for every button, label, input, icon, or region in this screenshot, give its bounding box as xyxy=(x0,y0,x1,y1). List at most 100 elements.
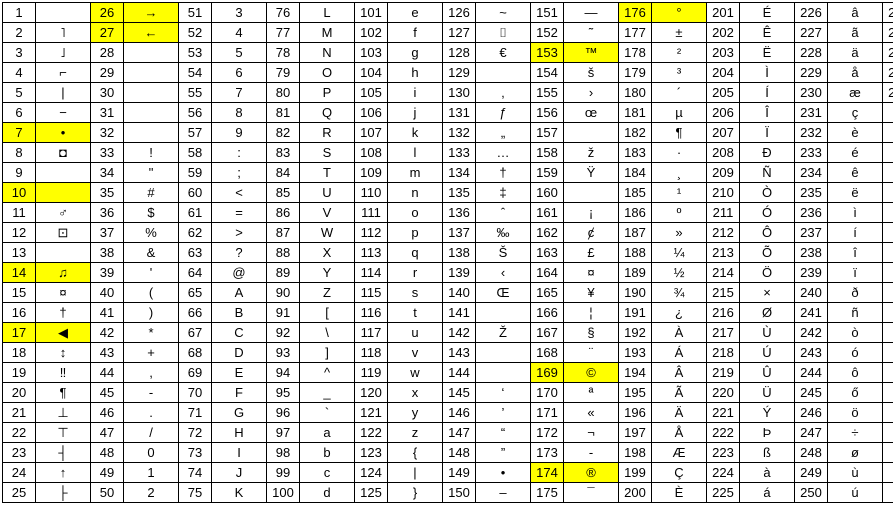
code-cell: 180 xyxy=(619,83,652,103)
char-cell: Ë xyxy=(740,43,795,63)
char-cell: ™ xyxy=(564,43,619,63)
char-cell: ð xyxy=(828,283,883,303)
char-cell: | xyxy=(36,83,91,103)
code-cell: 108 xyxy=(355,143,388,163)
char-cell: á xyxy=(740,483,795,503)
code-cell: 89 xyxy=(267,263,300,283)
char-cell: y xyxy=(388,403,443,423)
code-cell: 124 xyxy=(355,463,388,483)
code-cell: 117 xyxy=(355,323,388,343)
char-cell: ³ xyxy=(652,63,707,83)
code-cell: 143 xyxy=(443,343,476,363)
code-cell: 22 xyxy=(3,423,36,443)
char-cell: ' xyxy=(124,263,179,283)
code-cell: 113 xyxy=(355,243,388,263)
code-cell: 91 xyxy=(267,303,300,323)
char-cell: * xyxy=(124,323,179,343)
char-cell: … xyxy=(476,143,531,163)
code-cell: 205 xyxy=(707,83,740,103)
char-cell: Ô xyxy=(740,223,795,243)
code-cell: 253 xyxy=(883,43,893,63)
char-cell: ¼ xyxy=(652,243,707,263)
code-cell: 240 xyxy=(795,283,828,303)
code-cell: 49 xyxy=(91,463,124,483)
code-cell: 109 xyxy=(355,163,388,183)
code-cell: 255 xyxy=(883,83,893,103)
char-cell: D xyxy=(212,343,267,363)
char-cell: ä xyxy=(828,43,883,63)
code-cell: 131 xyxy=(443,103,476,123)
char-cell xyxy=(36,243,91,263)
code-cell: 219 xyxy=(707,363,740,383)
char-cell: ± xyxy=(652,23,707,43)
char-cell: ó xyxy=(828,343,883,363)
char-cell: î xyxy=(828,243,883,263)
code-cell: 207 xyxy=(707,123,740,143)
code-cell: 181 xyxy=(619,103,652,123)
char-cell: ø xyxy=(828,443,883,463)
char-cell: Ù xyxy=(740,323,795,343)
char-cell: ï xyxy=(828,263,883,283)
code-cell: 112 xyxy=(355,223,388,243)
char-cell: ◀ xyxy=(36,323,91,343)
code-cell: 4 xyxy=(3,63,36,83)
code-cell: 179 xyxy=(619,63,652,83)
char-cell: ” xyxy=(476,443,531,463)
char-cell: ¡ xyxy=(564,203,619,223)
char-cell: í xyxy=(828,223,883,243)
code-cell: 39 xyxy=(91,263,124,283)
char-cell: K xyxy=(212,483,267,503)
char-cell: { xyxy=(388,443,443,463)
char-cell: ê xyxy=(828,163,883,183)
char-cell: _ xyxy=(300,383,355,403)
code-cell: 213 xyxy=(707,243,740,263)
code-cell: 176 xyxy=(619,3,652,23)
code-cell: 138 xyxy=(443,243,476,263)
code-cell: 68 xyxy=(179,343,212,363)
char-cell: Â xyxy=(652,363,707,383)
code-cell: 58 xyxy=(179,143,212,163)
code-cell: 130 xyxy=(443,83,476,103)
char-cell: f xyxy=(388,23,443,43)
code-cell xyxy=(883,243,893,263)
code-cell: 18 xyxy=(3,343,36,363)
char-cell: ª xyxy=(564,383,619,403)
code-cell: 40 xyxy=(91,283,124,303)
char-cell: ¿ xyxy=(652,303,707,323)
code-cell: 242 xyxy=(795,323,828,343)
char-cell: S xyxy=(300,143,355,163)
code-cell: 66 xyxy=(179,303,212,323)
code-cell: 26 xyxy=(91,3,124,23)
char-cell: Ä xyxy=(652,403,707,423)
code-cell: 122 xyxy=(355,423,388,443)
char-cell: ¹ xyxy=(652,183,707,203)
char-cell: ⊥ xyxy=(36,403,91,423)
char-cell: j xyxy=(388,103,443,123)
code-cell: 116 xyxy=(355,303,388,323)
char-cell: ⌐ xyxy=(36,63,91,83)
code-cell: 110 xyxy=(355,183,388,203)
char-cell: ¶ xyxy=(36,383,91,403)
char-cell: J xyxy=(212,463,267,483)
code-cell: 5 xyxy=(3,83,36,103)
char-cell: æ xyxy=(828,83,883,103)
code-cell: 111 xyxy=(355,203,388,223)
code-cell: 225 xyxy=(707,483,740,503)
code-cell: 147 xyxy=(443,423,476,443)
char-cell: Ú xyxy=(740,343,795,363)
char-cell: . xyxy=(124,403,179,423)
char-cell: ì xyxy=(828,203,883,223)
code-cell: 96 xyxy=(267,403,300,423)
char-cell: ñ xyxy=(828,303,883,323)
code-cell: 102 xyxy=(355,23,388,43)
code-cell: 94 xyxy=(267,363,300,383)
char-cell: ã xyxy=(828,23,883,43)
char-cell: ↕ xyxy=(36,343,91,363)
char-cell: ƒ xyxy=(476,103,531,123)
code-cell: 193 xyxy=(619,343,652,363)
char-cell: Æ xyxy=(652,443,707,463)
code-cell: 95 xyxy=(267,383,300,403)
code-cell: 2 xyxy=(3,23,36,43)
code-cell: 212 xyxy=(707,223,740,243)
code-cell: 192 xyxy=(619,323,652,343)
